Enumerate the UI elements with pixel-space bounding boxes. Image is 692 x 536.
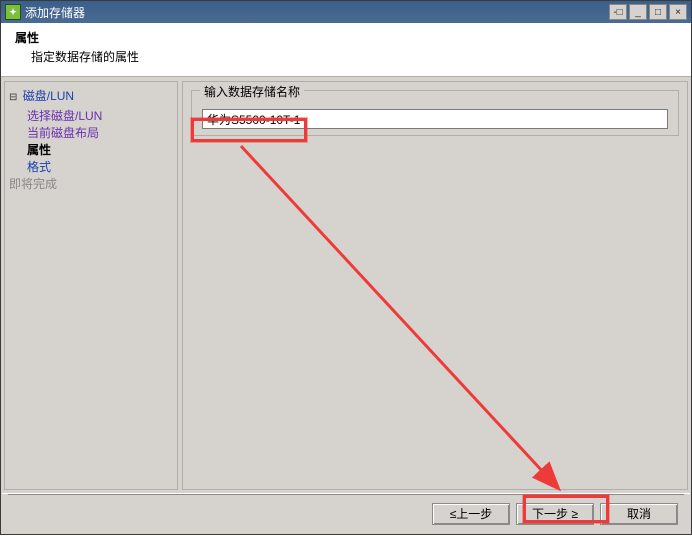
minimize-button[interactable]: _: [629, 4, 647, 20]
divider: [8, 494, 684, 495]
wizard-window: ✦ 添加存储器 -□ _ □ × 属性 指定数据存储的属性 ⊟ 磁盘/LUN 选…: [0, 0, 692, 535]
page-subtitle: 指定数据存储的属性: [31, 48, 677, 65]
window-title: 添加存储器: [25, 4, 609, 21]
datastore-name-input[interactable]: [202, 109, 668, 129]
tree-root-item[interactable]: ⊟ 磁盘/LUN: [9, 88, 173, 107]
wizard-main-panel: 输入数据存储名称: [182, 81, 688, 490]
maximize-button[interactable]: □: [649, 4, 667, 20]
close-button[interactable]: ×: [669, 4, 687, 20]
group-label: 输入数据存储名称: [200, 83, 304, 100]
cancel-button[interactable]: 取消: [600, 503, 678, 525]
datastore-name-group: 输入数据存储名称: [191, 90, 679, 136]
title-button-group: -□ _ □ ×: [609, 4, 687, 20]
step-current-layout[interactable]: 当前磁盘布局: [27, 126, 99, 140]
step-format[interactable]: 格式: [27, 160, 51, 174]
next-button[interactable]: 下一步 ≥: [516, 503, 594, 525]
tree-item: 即将完成: [9, 176, 173, 192]
step-properties-current: 属性: [27, 143, 51, 157]
step-disk-lun[interactable]: 磁盘/LUN: [23, 89, 74, 103]
wizard-steps-sidebar: ⊟ 磁盘/LUN 选择磁盘/LUN 当前磁盘布局 属性 格式 即将完成: [4, 81, 178, 490]
tree-item[interactable]: 选择磁盘/LUN: [27, 108, 173, 124]
wizard-button-row: ≤上一步 下一步 ≥ 取消: [2, 493, 690, 533]
wizard-body: ⊟ 磁盘/LUN 选择磁盘/LUN 当前磁盘布局 属性 格式 即将完成: [2, 79, 690, 492]
title-bar: ✦ 添加存储器 -□ _ □ ×: [1, 1, 691, 23]
tree-item[interactable]: 格式: [27, 159, 173, 175]
tree-item: 属性: [27, 142, 173, 158]
tree-item[interactable]: 当前磁盘布局: [27, 125, 173, 141]
step-ready: 即将完成: [9, 177, 57, 191]
tree-collapse-icon[interactable]: ⊟: [9, 93, 17, 104]
step-select-disk[interactable]: 选择磁盘/LUN: [27, 109, 102, 123]
pin-button[interactable]: -□: [609, 4, 627, 20]
app-icon: ✦: [5, 4, 21, 20]
page-title: 属性: [15, 29, 677, 46]
back-button[interactable]: ≤上一步: [432, 503, 510, 525]
wizard-header: 属性 指定数据存储的属性: [1, 23, 691, 77]
